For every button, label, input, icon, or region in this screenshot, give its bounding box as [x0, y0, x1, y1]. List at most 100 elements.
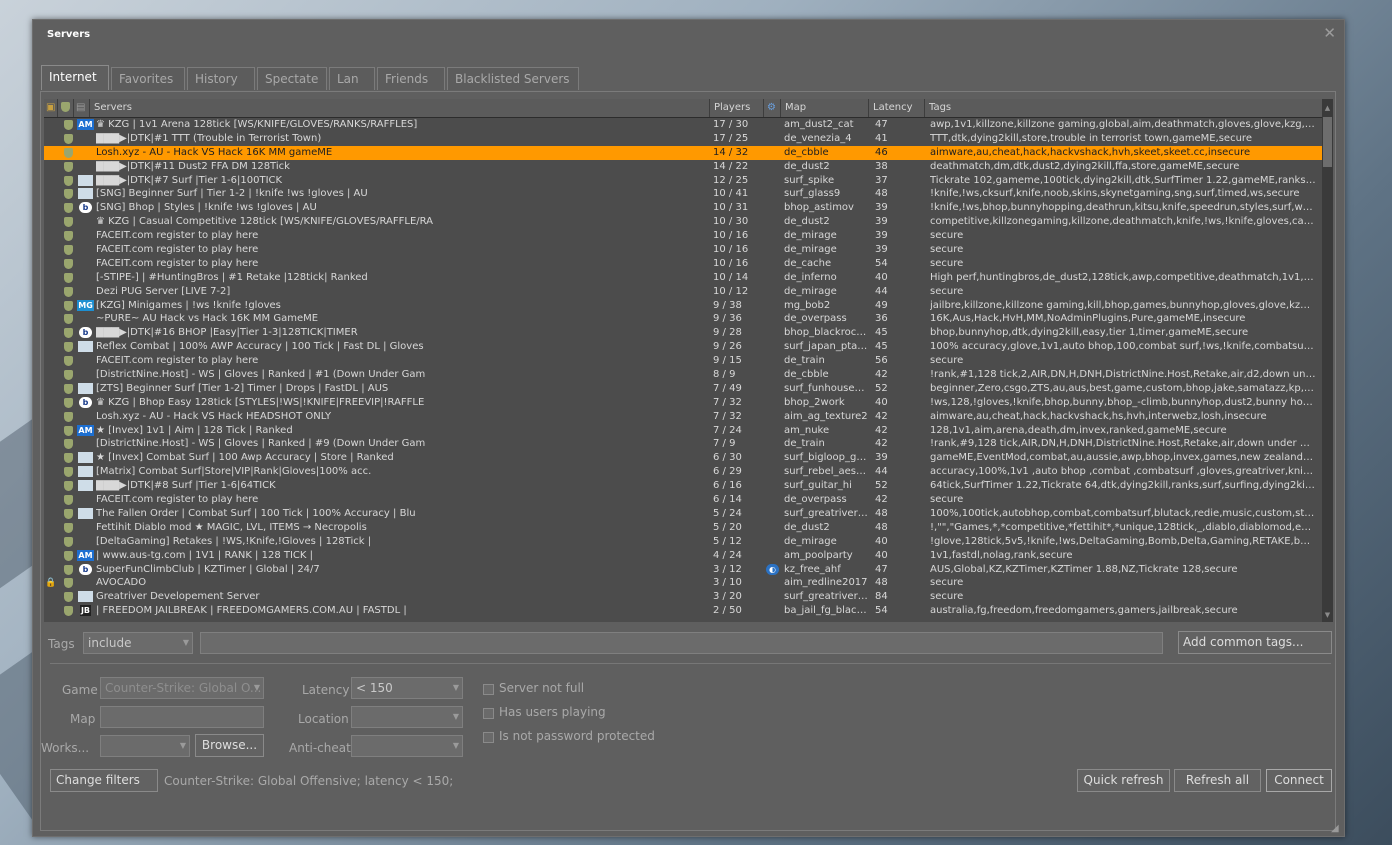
scroll-up-icon[interactable]: ▲ — [1322, 103, 1333, 113]
server-row[interactable]: [Matrix] Combat Surf|Store|VIP|Rank|Glov… — [44, 465, 1322, 479]
server-row[interactable]: AM ♛ KZG | 1v1 Arena 128tick [WS/KNIFE/GL… — [44, 118, 1322, 132]
column-tags[interactable]: Tags — [925, 99, 1322, 117]
browse-button[interactable]: Browse... — [195, 734, 264, 757]
latency-select[interactable]: < 150 ▼ — [351, 677, 463, 699]
server-row[interactable]: ★ [Invex] Combat Surf | 100 Awp Accuracy… — [44, 451, 1322, 465]
server-map: de_cache — [784, 257, 832, 269]
server-latency: 39 — [875, 216, 888, 228]
lock-icon — [44, 465, 58, 479]
lock-icon — [44, 174, 58, 188]
server-row[interactable]: b [SNG] Bhop | Styles | !knife !ws !glove… — [44, 201, 1322, 215]
server-row[interactable]: MG [KZG] Minigames | !ws !knife !gloves 9 … — [44, 299, 1322, 313]
tab-internet[interactable]: Internet — [41, 65, 109, 90]
server-row[interactable]: Dezi PUG Server [LIVE 7-2] 10 / 12 de_mira… — [44, 285, 1322, 299]
server-map: de_dust2 — [784, 160, 830, 172]
server-row[interactable]: AM | www.aus-tg.com | 1V1 | RANK | 128 TI… — [44, 549, 1322, 563]
change-filters-button[interactable]: Change filters — [50, 769, 158, 792]
server-row[interactable]: [SNG] Beginner Surf | Tier 1-2 | !knife … — [44, 187, 1322, 201]
server-row[interactable]: ▇▇▇▶|DTK|#8 Surf |Tier 1-6|64TICK 6 / 16 s… — [44, 479, 1322, 493]
server-map: surf_glass9 — [784, 188, 841, 200]
close-icon[interactable]: ✕ — [1323, 24, 1336, 42]
server-row[interactable]: Losh.xyz - AU - Hack VS Hack 16K MM game… — [44, 145, 1322, 160]
server-row[interactable]: The Fallen Order | Combat Surf | 100 Tic… — [44, 507, 1322, 521]
server-row[interactable]: [DistrictNine.Host] - WS | Gloves | Rank… — [44, 437, 1322, 451]
tags-mode-select[interactable]: include ▼ — [83, 632, 193, 654]
server-players: 6 / 29 — [713, 466, 742, 478]
server-tags: secure — [930, 577, 964, 589]
refresh-all-button[interactable]: Refresh all — [1174, 769, 1261, 792]
server-row[interactable]: Reflex Combat | 100% AWP Accuracy | 100 … — [44, 340, 1322, 354]
column-bot-icon[interactable]: ▤ — [74, 99, 90, 117]
column-latency[interactable]: Latency — [869, 99, 925, 117]
server-badge-icon — [78, 480, 93, 492]
server-row[interactable]: FACEIT.com register to play here 10 / 16 d… — [44, 257, 1322, 271]
server-badge-icon — [78, 341, 93, 353]
anticheat-select[interactable]: ▼ — [351, 735, 463, 757]
steam-icon — [766, 424, 783, 438]
location-select[interactable]: ▼ — [351, 706, 463, 728]
column-map[interactable]: Map — [781, 99, 869, 117]
server-row[interactable]: [-STIPE-] | #HuntingBros | #1 Retake |12… — [44, 271, 1322, 285]
server-row[interactable]: [DistrictNine.Host] - WS | Gloves | Rank… — [44, 368, 1322, 382]
server-name: | www.aus-tg.com | 1V1 | RANK | 128 TICK… — [96, 549, 314, 561]
workshop-select[interactable]: ▼ — [100, 735, 190, 757]
shield-icon — [64, 481, 73, 492]
lock-icon — [44, 243, 58, 257]
tab-spectate[interactable]: Spectate — [257, 67, 327, 90]
column-lock-icon[interactable]: ▣ — [44, 99, 58, 117]
server-row[interactable]: Losh.xyz - AU - Hack VS Hack HEADSHOT ON… — [44, 410, 1322, 424]
column-vac-icon[interactable] — [58, 99, 74, 117]
server-row[interactable]: 🔒 AVOCADO 3 / 10 aim_redline2017 48 secure — [44, 576, 1322, 590]
server-row[interactable]: Greatriver Developement Server 3 / 20 surf… — [44, 590, 1322, 604]
server-name: [-STIPE-] | #HuntingBros | #1 Retake |12… — [96, 271, 368, 283]
server-row[interactable]: [DeltaGaming] Retakes | !WS,!Knife,!Glov… — [44, 535, 1322, 549]
column-bots-icon[interactable]: ⚙ — [764, 99, 781, 117]
server-row[interactable]: ▇▇▇▶|DTK|#1 TTT (Trouble in Terrorist To… — [44, 132, 1322, 146]
column-servers[interactable]: Servers — [90, 99, 710, 117]
vertical-scrollbar[interactable]: ▲ ▼ — [1322, 99, 1333, 622]
scroll-down-icon[interactable]: ▼ — [1322, 610, 1333, 620]
tab-favorites[interactable]: Favorites — [111, 67, 185, 90]
map-input[interactable] — [100, 706, 264, 728]
server-row[interactable]: [ZTS] Beginner Surf [Tier 1-2] Timer | D… — [44, 382, 1322, 396]
server-row[interactable]: ♛ KZG | Casual Competitive 128tick [WS/K… — [44, 215, 1322, 229]
not-password-protected-checkbox[interactable] — [483, 732, 494, 743]
server-row[interactable]: b ▇▇▇▶|DTK|#16 BHOP |Easy|Tier 1-3|128TIC… — [44, 326, 1322, 340]
connect-button[interactable]: Connect — [1266, 769, 1332, 792]
server-row[interactable]: ~PURE~ AU Hack vs Hack 16K MM GameME 9 / … — [44, 312, 1322, 326]
server-row[interactable]: ▇▇▇▶|DTK|#11 Dust2 FFA DM 128Tick 14 / 22… — [44, 160, 1322, 174]
tab-lan[interactable]: Lan — [329, 67, 375, 90]
server-row[interactable]: JB | FREEDOM JAILBREAK | FREEDOMGAMERS.CO… — [44, 604, 1322, 618]
server-row[interactable]: b ♛ KZG | Bhop Easy 128tick [STYLES|!WS|!… — [44, 396, 1322, 410]
server-latency: 56 — [875, 355, 888, 367]
tab-history[interactable]: History — [187, 67, 255, 90]
game-select[interactable]: Counter-Strike: Global O... ▼ — [100, 677, 264, 699]
anticheat-label: Anti-cheat — [289, 741, 351, 755]
steam-icon — [766, 340, 783, 354]
add-common-tags-button[interactable]: Add common tags... — [1178, 631, 1332, 654]
tab-friends[interactable]: Friends — [377, 67, 445, 90]
quick-refresh-button[interactable]: Quick refresh — [1077, 769, 1170, 792]
column-players[interactable]: Players — [710, 99, 764, 117]
scrollbar-thumb[interactable] — [1323, 117, 1332, 167]
server-latency: 48 — [875, 521, 888, 533]
server-name: [DeltaGaming] Retakes | !WS,!Knife,!Glov… — [96, 535, 372, 547]
resize-grip-icon[interactable]: ◢ — [1331, 823, 1341, 834]
steam-icon — [766, 118, 783, 132]
server-row[interactable]: b SuperFunClimbClub | KZTimer | Global | … — [44, 563, 1322, 577]
server-row[interactable]: FACEIT.com register to play here 10 / 16 d… — [44, 243, 1322, 257]
server-map: de_mirage — [784, 230, 837, 242]
shield-icon — [64, 189, 73, 200]
server-row[interactable]: FACEIT.com register to play here 9 / 15 de… — [44, 354, 1322, 368]
tab-blacklisted-servers[interactable]: Blacklisted Servers — [447, 67, 579, 90]
server-not-full-checkbox[interactable] — [483, 684, 494, 695]
server-row[interactable]: FACEIT.com register to play here 10 / 16 d… — [44, 229, 1322, 243]
server-row[interactable]: FACEIT.com register to play here 6 / 14 de… — [44, 493, 1322, 507]
server-row[interactable]: Fettihit Diablo mod ★ MAGIC, LVL, ITEMS … — [44, 521, 1322, 535]
server-row[interactable]: AM ★ [Invex] 1v1 | Aim | 128 Tick | Ranke… — [44, 424, 1322, 438]
vac-shield-icon — [64, 368, 76, 382]
tags-input[interactable] — [200, 632, 1163, 654]
server-row[interactable]: ▇▇▇▶|DTK|#7 Surf |Tier 1-6|100TICK 12 / 2… — [44, 174, 1322, 188]
has-users-playing-checkbox[interactable] — [483, 708, 494, 719]
lock-icon — [44, 590, 58, 604]
